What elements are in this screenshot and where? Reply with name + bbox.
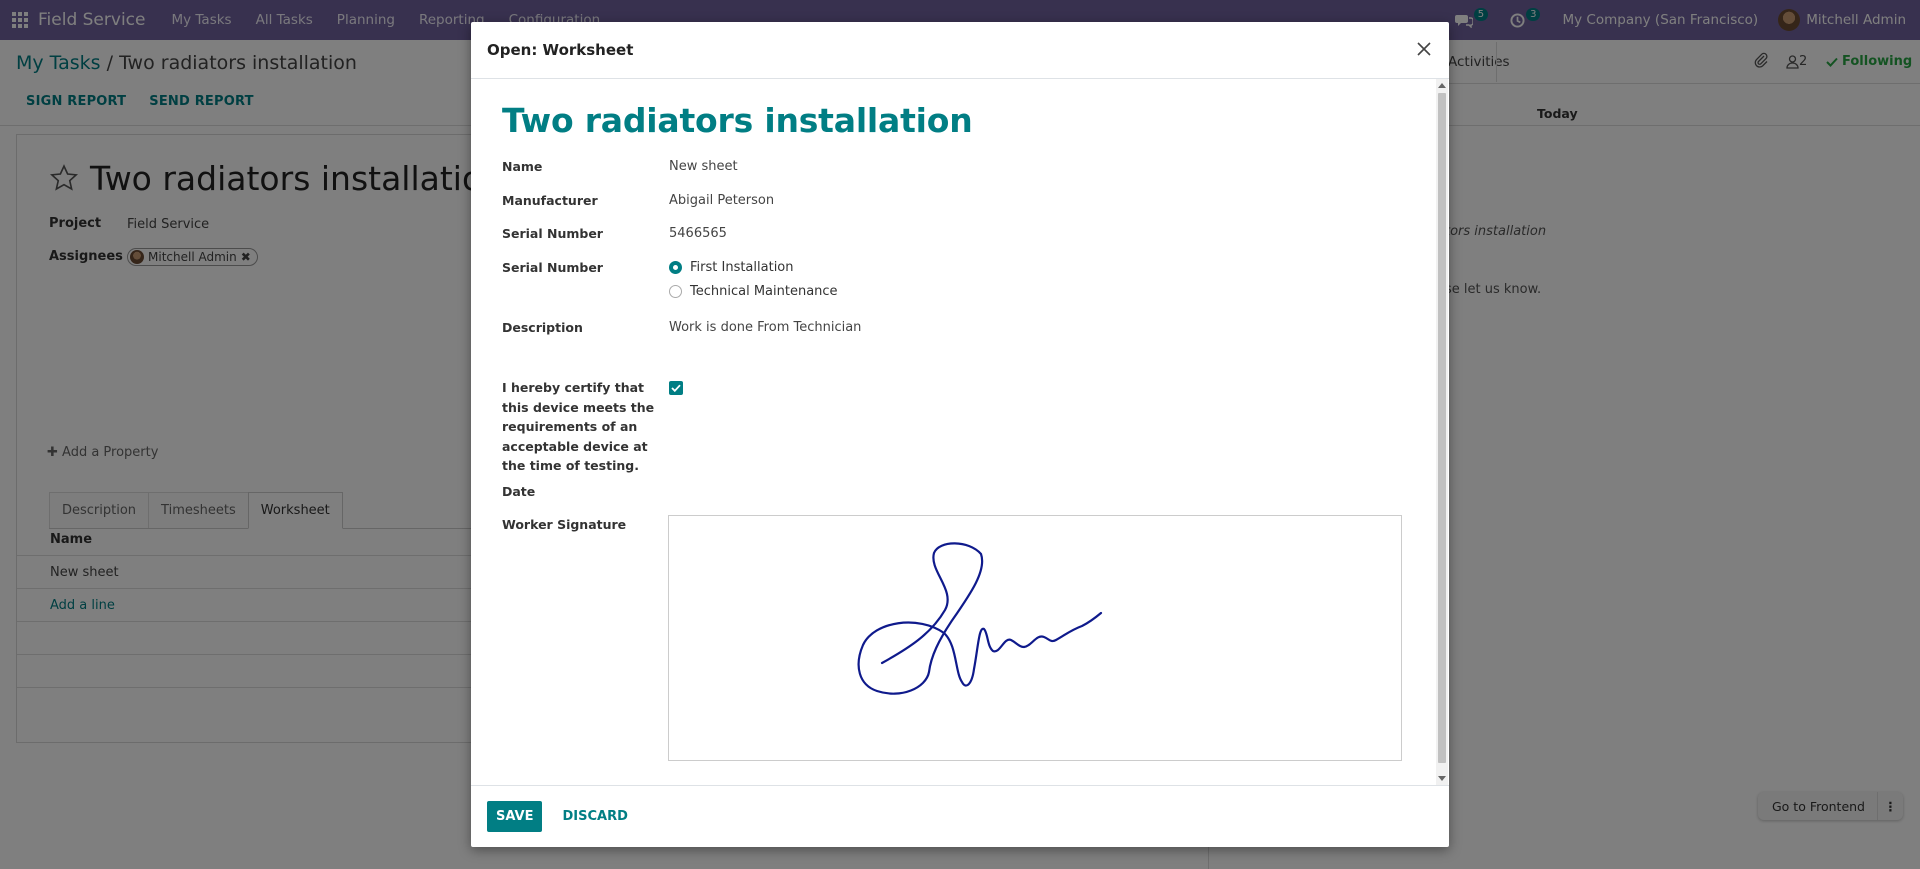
manufacturer-label: Manufacturer: [502, 193, 598, 208]
radio-technical-maintenance[interactable]: Technical Maintenance: [669, 284, 838, 299]
name-label: Name: [502, 159, 543, 174]
save-button[interactable]: SAVE: [487, 801, 543, 832]
type-label: Serial Number: [502, 260, 603, 275]
radio-unchecked-icon: [669, 285, 682, 298]
name-value[interactable]: New sheet: [669, 159, 738, 174]
serial-number-value[interactable]: 5466565: [669, 226, 727, 241]
description-value[interactable]: Work is done From Technician: [669, 320, 861, 335]
serial-number-label: Serial Number: [502, 226, 603, 241]
scrollbar-thumb[interactable]: [1438, 93, 1446, 763]
manufacturer-value[interactable]: Abigail Peterson: [669, 193, 774, 208]
date-label: Date: [502, 484, 536, 499]
radio-checked-icon: [669, 261, 682, 274]
dialog-body: Two radiators installation Name New shee…: [471, 79, 1449, 785]
description-label: Description: [502, 320, 583, 335]
dialog-title: Open: Worksheet: [487, 41, 634, 59]
radio-label: First Installation: [690, 260, 794, 275]
signature-pad[interactable]: [668, 515, 1402, 761]
close-icon[interactable]: [1415, 40, 1433, 58]
dialog-scrollbar[interactable]: [1436, 79, 1448, 785]
scroll-up-icon[interactable]: [1438, 83, 1446, 88]
signature-label: Worker Signature: [502, 517, 627, 532]
dialog-header: Open: Worksheet: [471, 22, 1449, 79]
scroll-down-icon[interactable]: [1438, 776, 1446, 781]
certify-checkbox[interactable]: [669, 381, 683, 395]
certify-label: I hereby certify that this device meets …: [502, 380, 655, 473]
radio-first-installation[interactable]: First Installation: [669, 260, 794, 275]
check-icon: [671, 384, 681, 392]
dialog-footer: SAVE DISCARD: [471, 785, 1449, 847]
worksheet-dialog: Open: Worksheet Two radiators installati…: [471, 22, 1449, 847]
signature-drawing: [857, 542, 1103, 695]
radio-label: Technical Maintenance: [690, 284, 838, 299]
worksheet-heading: Two radiators installation: [502, 101, 973, 140]
discard-button[interactable]: DISCARD: [556, 801, 633, 832]
